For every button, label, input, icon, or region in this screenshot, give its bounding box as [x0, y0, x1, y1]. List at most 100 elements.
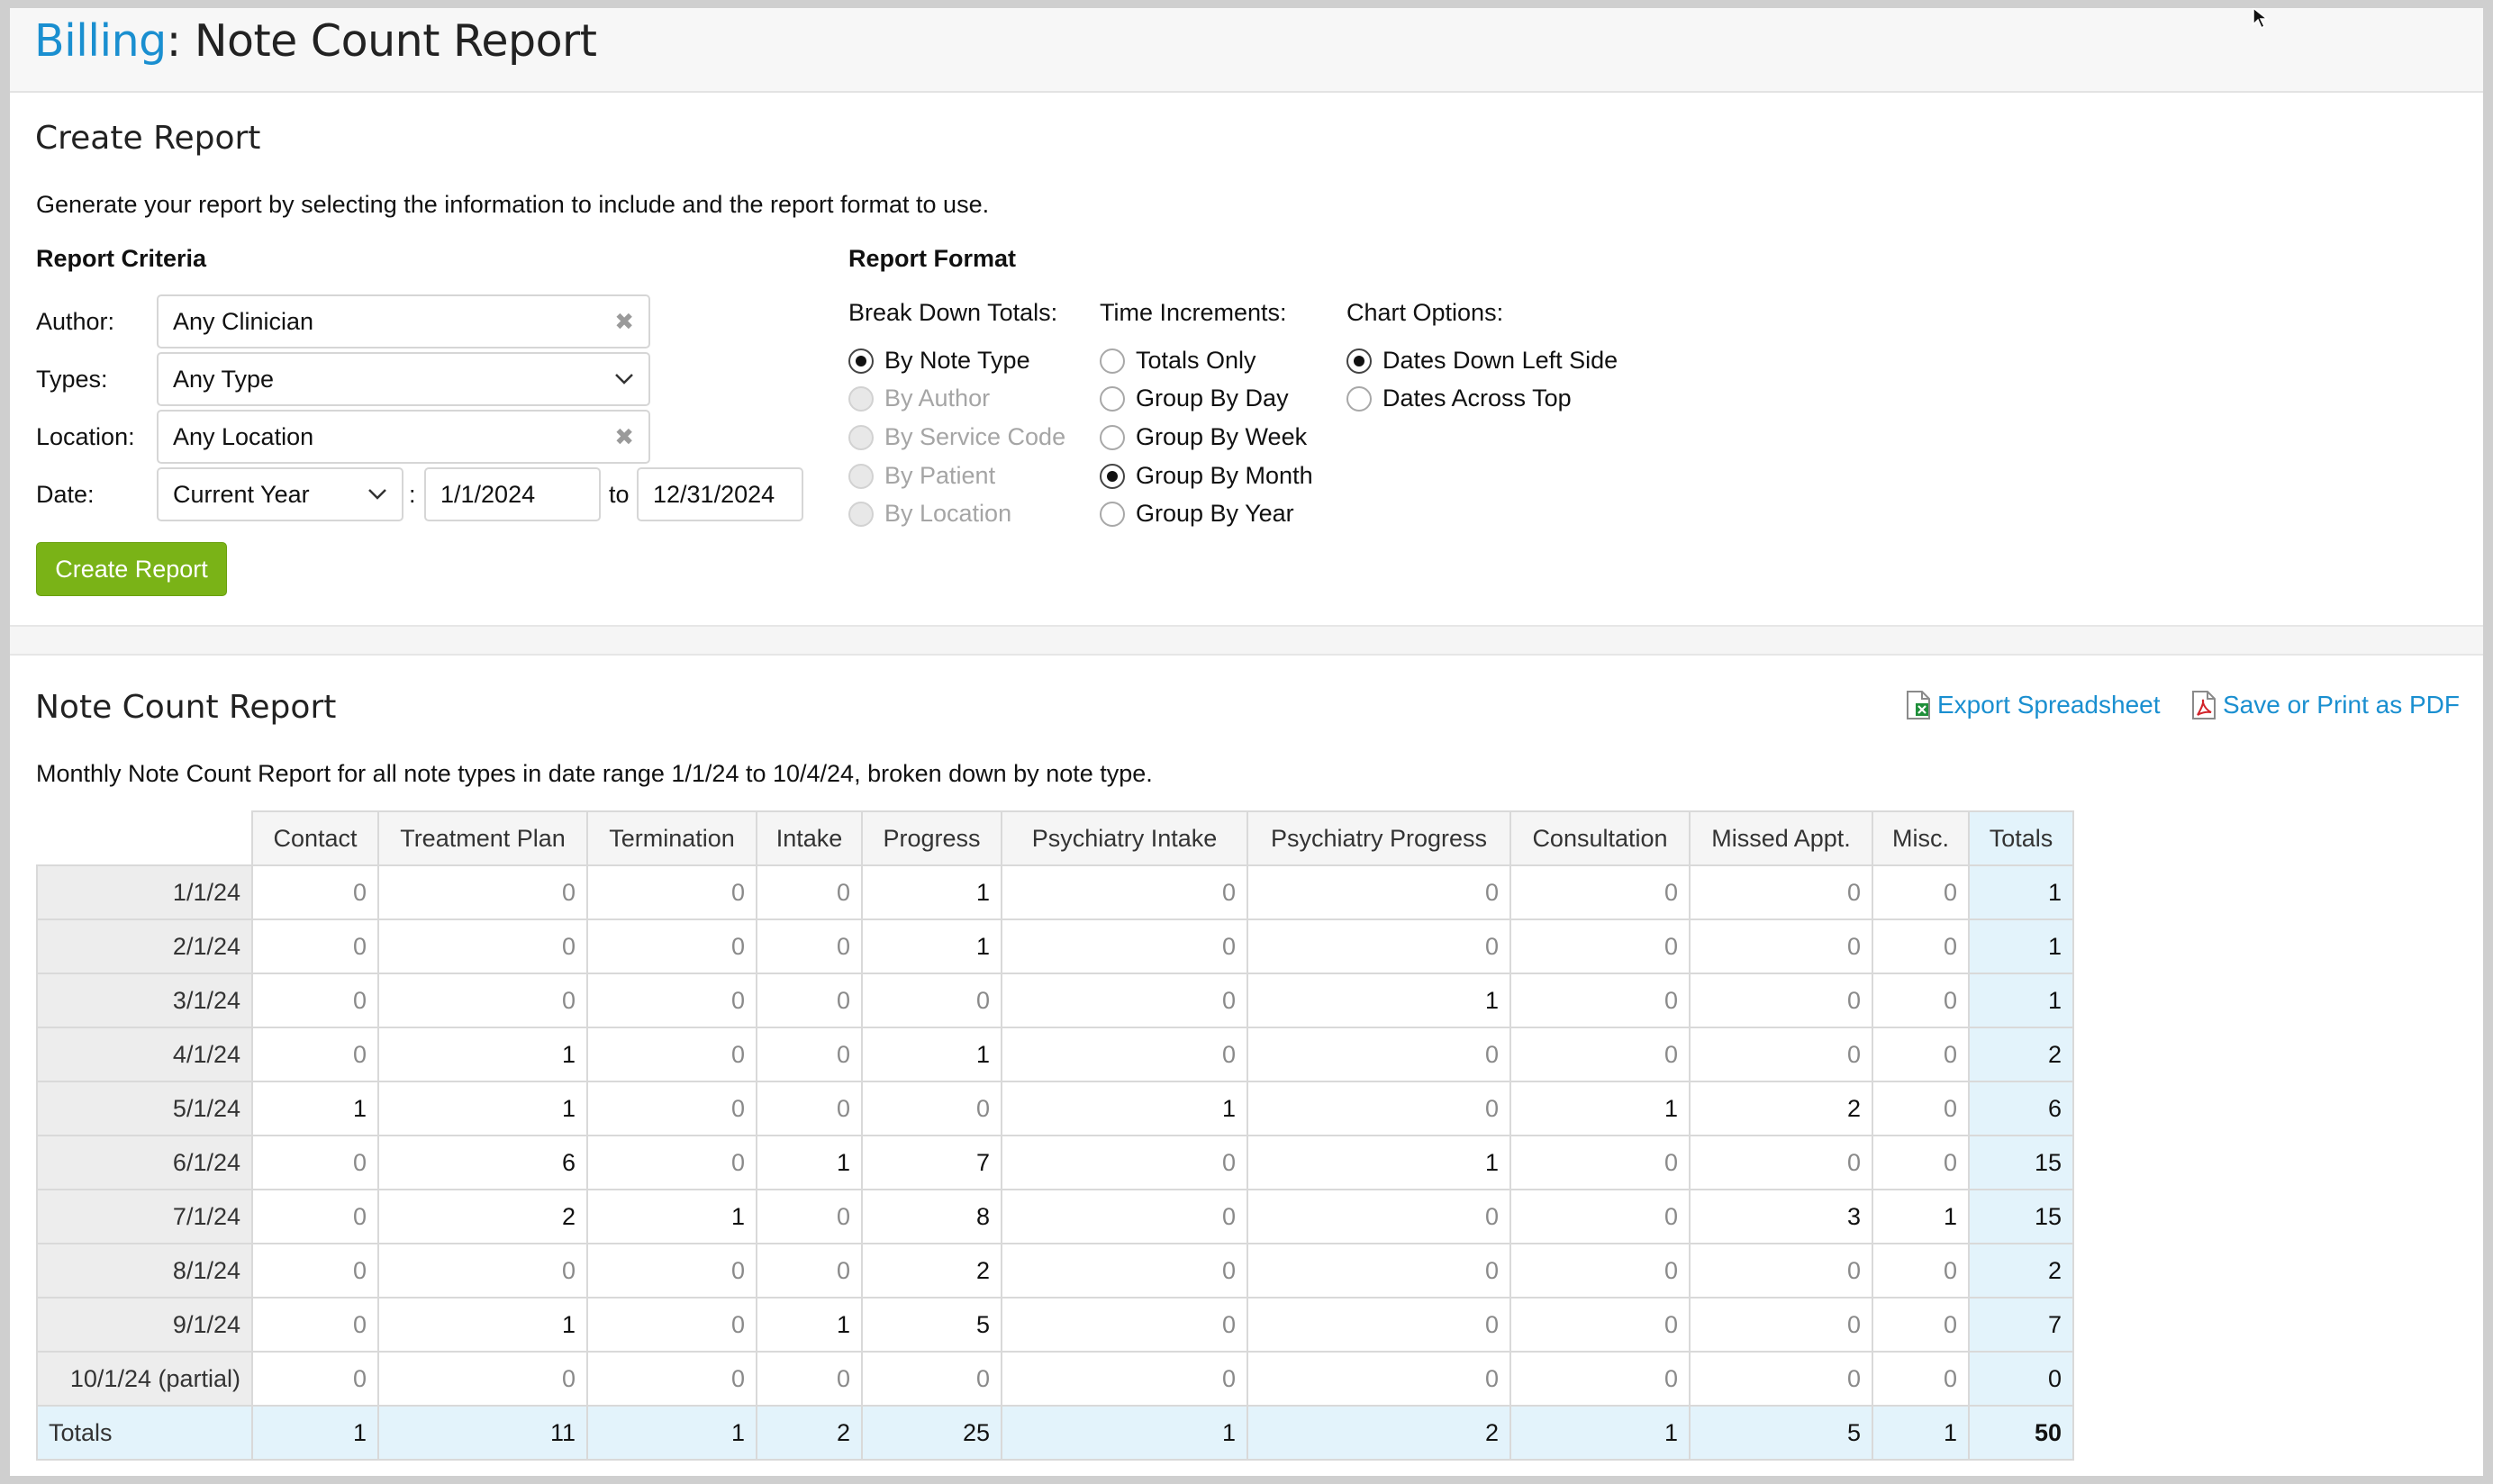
total-cell: 1: [251, 1405, 379, 1461]
table-cell: 0: [1001, 918, 1248, 974]
table-cell: 0: [251, 1297, 379, 1353]
date-range-select[interactable]: Current Year: [157, 467, 403, 521]
radio-dot: [848, 501, 874, 527]
table-cell: 0: [1689, 973, 1873, 1028]
create-report-description: Generate your report by selecting the in…: [36, 191, 990, 218]
note-count-table: Contact Treatment Plan Termination Intake Pr…: [36, 810, 2074, 1461]
save-pdf-label: Save or Print as PDF: [2223, 691, 2460, 719]
row-label: 8/1/24: [36, 1243, 253, 1298]
column-header: Progress: [861, 810, 1002, 866]
table-cell: 0: [1246, 1027, 1511, 1082]
table-cell: 0: [377, 1351, 588, 1407]
table-cell: 1: [756, 1135, 863, 1190]
date-to-input[interactable]: 12/31/2024: [637, 467, 803, 521]
radio-label: Dates Across Top: [1382, 385, 1572, 412]
table-cell: 1: [1246, 973, 1511, 1028]
totals-label: Totals: [36, 1405, 253, 1461]
total-cell: 2: [1246, 1405, 1511, 1461]
save-pdf-link[interactable]: Save or Print as PDF: [2190, 691, 2460, 719]
report-criteria-heading: Report Criteria: [36, 245, 207, 272]
table-cell: 0: [251, 1351, 379, 1407]
table-cell: 8: [861, 1189, 1002, 1244]
date-from-input[interactable]: 1/1/2024: [424, 467, 601, 521]
breadcrumb-separator: :: [166, 14, 182, 67]
table-cell: 1: [1001, 1081, 1248, 1136]
clear-author-icon[interactable]: ✖: [614, 308, 634, 336]
date-range-value: Current Year: [173, 480, 310, 508]
table-cell: 1: [1968, 864, 2074, 920]
row-label: 9/1/24: [36, 1297, 253, 1353]
table-cell: 1: [251, 1081, 379, 1136]
table-cell: 1: [1509, 1081, 1691, 1136]
table-cell: 2: [1689, 1081, 1873, 1136]
radio-group-by-week[interactable]: Group By Week: [1100, 423, 1307, 451]
radio-by-service-code: By Service Code: [848, 423, 1065, 451]
export-spreadsheet-link[interactable]: Export Spreadsheet: [1905, 691, 2161, 719]
totals-row: Totals 1 11 1 2 25 1 2 1 5 1 50: [36, 1405, 2074, 1461]
table-cell: 6: [377, 1135, 588, 1190]
table-cell: 0: [861, 973, 1002, 1028]
time-increments-label: Time Increments:: [1100, 299, 1287, 326]
page-title-text: Note Count Report: [180, 14, 597, 67]
radio-dot: [848, 463, 874, 489]
table-cell: 0: [586, 973, 757, 1028]
row-label: 7/1/24: [36, 1189, 253, 1244]
table-row: 1/1/24 0 0 0 0 1 0 0 0 0 0 1: [36, 864, 2074, 920]
table-cell: 3: [1689, 1189, 1873, 1244]
total-cell: 11: [377, 1405, 588, 1461]
clear-location-icon[interactable]: ✖: [614, 423, 634, 451]
types-label: Types:: [36, 366, 108, 393]
table-header-row: Contact Treatment Plan Termination Intake Pr…: [36, 810, 2074, 866]
table-cell: 0: [377, 973, 588, 1028]
table-cell: 7: [861, 1135, 1002, 1190]
location-select[interactable]: Any Location ✖: [157, 410, 650, 464]
column-header: Totals: [1968, 810, 2074, 866]
page: Billing: Note Count Report Create Report…: [10, 8, 2483, 1476]
total-cell: 1: [1001, 1405, 1248, 1461]
table-corner: [36, 810, 253, 866]
export-spreadsheet-label: Export Spreadsheet: [1937, 691, 2161, 719]
radio-totals-only[interactable]: Totals Only: [1100, 347, 1256, 375]
radio-label: By Location: [884, 500, 1012, 527]
radio-label: Group By Year: [1136, 500, 1294, 527]
pdf-icon: [2192, 691, 2216, 719]
table-cell: 0: [1968, 1351, 2074, 1407]
create-report-button[interactable]: Create Report: [36, 542, 227, 596]
table-cell: 0: [1689, 864, 1873, 920]
table-cell: 7: [1968, 1297, 2074, 1353]
table-cell: 0: [251, 918, 379, 974]
column-header: Intake: [756, 810, 863, 866]
date-to-value: 12/31/2024: [653, 480, 775, 508]
table-cell: 0: [1872, 1297, 1970, 1353]
radio-group-by-month[interactable]: Group By Month: [1100, 462, 1313, 490]
row-label: 6/1/24: [36, 1135, 253, 1190]
table-row: 6/1/24 0 6 0 1 7 0 1 0 0 0 15: [36, 1135, 2074, 1190]
table-cell: 0: [756, 1027, 863, 1082]
radio-group-by-year[interactable]: Group By Year: [1100, 500, 1294, 528]
table-cell: 0: [1001, 1135, 1248, 1190]
table-cell: 0: [1689, 1297, 1873, 1353]
radio-by-note-type[interactable]: By Note Type: [848, 347, 1030, 375]
table-cell: 0: [1001, 1027, 1248, 1082]
types-select[interactable]: Any Type: [157, 352, 650, 406]
table-row: 3/1/24 0 0 0 0 0 0 1 0 0 0 1: [36, 973, 2074, 1028]
breadcrumb-billing[interactable]: Billing: [34, 15, 167, 67]
total-cell: 1: [1509, 1405, 1691, 1461]
table-cell: 1: [861, 918, 1002, 974]
table-row: 10/1/24 (partial) 0 0 0 0 0 0 0 0 0 0 0: [36, 1351, 2074, 1407]
table-cell: 0: [1001, 1297, 1248, 1353]
table-cell: 1: [586, 1189, 757, 1244]
radio-dates-down-left[interactable]: Dates Down Left Side: [1346, 347, 1618, 375]
author-select[interactable]: Any Clinician ✖: [157, 294, 650, 348]
radio-label: Totals Only: [1136, 347, 1256, 374]
table-row: 4/1/24 0 1 0 0 1 0 0 0 0 0 2: [36, 1027, 2074, 1082]
total-cell: 50: [1968, 1405, 2074, 1461]
radio-group-by-day[interactable]: Group By Day: [1100, 385, 1289, 412]
table-cell: 2: [1968, 1243, 2074, 1298]
table-cell: 6: [1968, 1081, 2074, 1136]
radio-dates-across-top[interactable]: Dates Across Top: [1346, 385, 1572, 412]
total-cell: 1: [586, 1405, 757, 1461]
types-value: Any Type: [173, 365, 275, 393]
table-cell: 0: [1509, 1243, 1691, 1298]
table-cell: 0: [1509, 1027, 1691, 1082]
